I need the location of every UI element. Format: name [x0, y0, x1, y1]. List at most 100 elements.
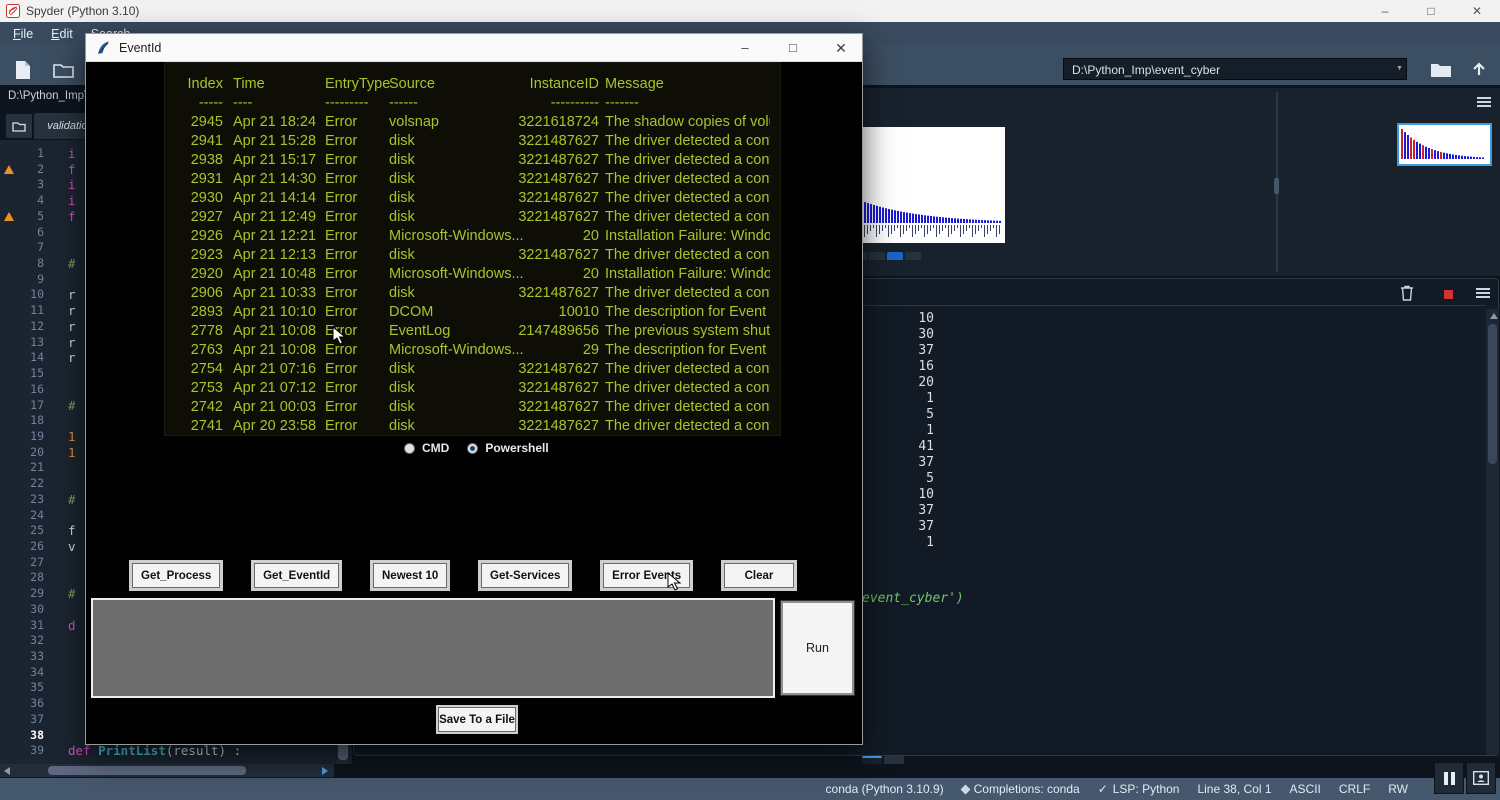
line-number: 19: [18, 429, 44, 445]
radio-option[interactable]: Powershell: [467, 441, 548, 455]
event-index: 2926: [175, 227, 225, 246]
dialog-maximize-button[interactable]: □: [782, 34, 804, 62]
scroll-left-icon[interactable]: [4, 767, 10, 775]
terminal-row: 2920 Apr 21 10:48 Error Microsoft-Window…: [175, 265, 770, 284]
console-options-menu-icon[interactable]: [1476, 288, 1490, 298]
editor-hscrollbar-thumb[interactable]: [48, 766, 246, 775]
dialog-minimize-button[interactable]: –: [734, 34, 756, 62]
radio-icon: [467, 443, 478, 454]
console-output-number: 37: [868, 519, 934, 535]
event-source: disk: [389, 284, 495, 303]
pane-divider-handle[interactable]: [1274, 178, 1279, 194]
event-entrytype: Error: [325, 360, 389, 379]
completions-status: Completions: conda: [974, 782, 1080, 796]
event-entrytype: Error: [325, 170, 389, 189]
event-entrytype: Error: [325, 227, 389, 246]
command-textarea[interactable]: [91, 598, 775, 698]
console-output-number: 37: [868, 343, 934, 359]
event-log-output[interactable]: Index Time EntryType Source InstanceID M…: [164, 62, 781, 436]
console-scrollbar-thumb[interactable]: [1488, 324, 1497, 464]
line-number: 32: [18, 633, 44, 649]
scroll-up-icon[interactable]: [1490, 313, 1498, 319]
menu-file[interactable]: File: [4, 25, 42, 43]
code-fragment: r: [68, 335, 76, 351]
scroll-right-icon[interactable]: [322, 767, 328, 775]
console-output-number: 5: [868, 471, 934, 487]
event-message: The driver detected a controller: [599, 417, 770, 436]
event-source: disk: [389, 132, 495, 151]
radio-option[interactable]: CMD: [404, 441, 449, 455]
dialog-titlebar[interactable]: EventId – □ ✕: [86, 34, 862, 62]
event-instanceid: 20: [495, 265, 599, 284]
console-tab[interactable]: [862, 756, 882, 764]
working-directory-input[interactable]: D:\Python_Imp\event_cyber: [1063, 58, 1407, 80]
line-number: 11: [18, 303, 44, 319]
pane-tab[interactable]: [869, 252, 885, 260]
run-button[interactable]: Run: [781, 601, 854, 695]
event-instanceid: 10010: [495, 303, 599, 322]
code-fragment: f: [68, 209, 76, 225]
pause-reporting-button[interactable]: [1434, 762, 1464, 794]
col-source: Source: [389, 75, 495, 94]
event-message: The description for Event ID '10: [599, 303, 770, 322]
pane-tab[interactable]: [887, 252, 903, 260]
command-button[interactable]: Clear: [724, 563, 794, 588]
interrupt-kernel-icon[interactable]: [1444, 290, 1453, 299]
event-source: disk: [389, 246, 495, 265]
line-number: 21: [18, 460, 44, 476]
code-fragment: v: [68, 539, 76, 555]
event-entrytype: Error: [325, 113, 389, 132]
event-message: The driver detected a controller: [599, 208, 770, 227]
console-tab[interactable]: [884, 756, 904, 764]
command-buttons: Get_Process Get_EventId Newest 10 Get-Servi…: [132, 563, 794, 588]
pane-tabs: [861, 252, 921, 260]
histogram-thumbnail: [1399, 125, 1486, 160]
spyder-logo-icon: [6, 4, 20, 18]
line-number: 13: [18, 335, 44, 351]
event-entrytype: Error: [325, 398, 389, 417]
minimize-button[interactable]: –: [1362, 0, 1408, 22]
browse-folder-icon[interactable]: [1428, 58, 1454, 80]
dialog-close-button[interactable]: ✕: [830, 34, 852, 62]
command-button[interactable]: Get-Services: [481, 563, 569, 588]
menu-edit[interactable]: Edit: [42, 25, 82, 43]
line-number: 6: [18, 225, 44, 241]
shell-radio-group: CMD Powershell: [404, 441, 549, 455]
editor-line-39: 39 def PrintList(result) :: [0, 743, 352, 759]
event-source: disk: [389, 170, 495, 189]
event-source: disk: [389, 398, 495, 417]
plot-thumbnail-selected[interactable]: [1397, 123, 1492, 166]
event-message: The driver detected a controller: [599, 246, 770, 265]
command-button[interactable]: Get_Process: [132, 563, 220, 588]
line-number: 17: [18, 398, 44, 414]
file-switcher-icon[interactable]: [6, 114, 32, 138]
check-icon: ✓: [1098, 782, 1108, 796]
code-fragment: i: [68, 146, 76, 162]
line-number: 8: [18, 256, 44, 272]
terminal-row: 2927 Apr 21 12:49 Error disk 3221487627 …: [175, 208, 770, 227]
preview-pane-button[interactable]: [1466, 762, 1496, 794]
plots-options-menu-icon[interactable]: [1477, 97, 1491, 107]
pane-tab[interactable]: [905, 252, 921, 260]
new-file-icon[interactable]: [12, 58, 34, 82]
event-source: Microsoft-Windows...: [389, 227, 495, 246]
event-index: 2923: [175, 246, 225, 265]
terminal-row: 2926 Apr 21 12:21 Error Microsoft-Window…: [175, 227, 770, 246]
save-to-file-button[interactable]: Save To a File: [438, 707, 516, 732]
trash-icon[interactable]: [1400, 285, 1414, 301]
event-time: Apr 21 15:17: [225, 151, 325, 170]
event-entrytype: Error: [325, 379, 389, 398]
event-source: Microsoft-Windows...: [389, 265, 495, 284]
terminal-row: 2931 Apr 21 14:30 Error disk 3221487627 …: [175, 170, 770, 189]
command-button[interactable]: Newest 10: [373, 563, 447, 588]
open-folder-icon[interactable]: [52, 60, 76, 80]
chevron-down-icon[interactable]: ▼: [1396, 65, 1403, 72]
event-source: disk: [389, 360, 495, 379]
event-instanceid: 29: [495, 341, 599, 360]
line-number: 5: [18, 209, 44, 225]
restore-button[interactable]: □: [1408, 0, 1454, 22]
close-button[interactable]: ✕: [1454, 0, 1500, 22]
event-entrytype: Error: [325, 284, 389, 303]
up-directory-icon[interactable]: [1466, 58, 1492, 80]
command-button[interactable]: Get_EventId: [254, 563, 339, 588]
